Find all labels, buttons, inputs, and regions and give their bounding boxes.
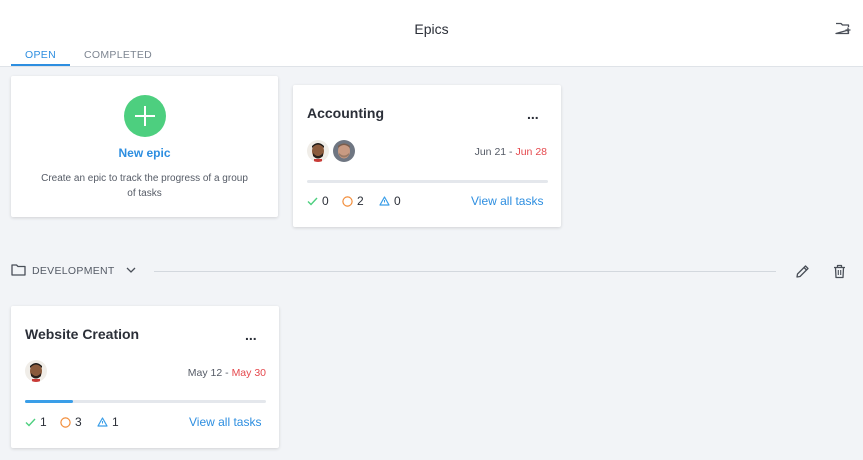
epic-dates: Jun 21 - Jun 28 bbox=[443, 146, 547, 158]
progress-fill bbox=[25, 400, 74, 403]
new-epic-description: Create an epic to track the progress of … bbox=[41, 173, 248, 199]
due-date: May 30 bbox=[231, 367, 266, 379]
open-circle-icon bbox=[60, 416, 71, 428]
epic-dates: May 12 - May 30 bbox=[161, 367, 266, 379]
open-count-value: 3 bbox=[75, 415, 82, 429]
group-header-development: DEVELOPMENT bbox=[11, 262, 851, 280]
start-date: May 12 bbox=[187, 367, 223, 379]
view-all-tasks-link[interactable]: View all tasks bbox=[189, 415, 261, 429]
new-epic-card[interactable]: New epic Create an epic to track the pro… bbox=[11, 76, 278, 217]
avatar bbox=[333, 140, 355, 162]
chevron-down-icon[interactable] bbox=[126, 267, 136, 274]
more-options-icon[interactable]: ... bbox=[527, 107, 539, 121]
active-tab-indicator bbox=[11, 64, 70, 66]
edit-pencil-icon[interactable] bbox=[795, 264, 810, 279]
completed-count: 1 bbox=[25, 415, 47, 429]
open-count: 3 bbox=[60, 415, 82, 429]
group-divider bbox=[154, 271, 776, 272]
warning-icon bbox=[97, 417, 108, 427]
open-count-value: 2 bbox=[357, 194, 364, 208]
add-folder-icon[interactable] bbox=[835, 21, 851, 35]
completed-count-value: 0 bbox=[322, 194, 329, 208]
date-separator: - bbox=[222, 367, 232, 379]
epic-name: Accounting bbox=[307, 105, 384, 121]
more-options-icon[interactable]: ... bbox=[245, 328, 257, 342]
epic-name: Website Creation bbox=[25, 326, 140, 342]
avatar bbox=[307, 140, 329, 162]
warning-count-value: 1 bbox=[112, 415, 119, 429]
tab-open[interactable]: OPEN bbox=[25, 49, 56, 61]
epic-card-accounting[interactable]: Accounting ... Jun 21 - Jun 28 0 2 0 Vie… bbox=[293, 85, 561, 227]
progress-bar bbox=[25, 400, 266, 403]
due-date: Jun 28 bbox=[515, 146, 547, 158]
tab-completed[interactable]: COMPLETED bbox=[84, 49, 152, 61]
warning-count: 1 bbox=[97, 415, 119, 429]
avatar bbox=[25, 360, 47, 382]
warning-count-value: 0 bbox=[394, 194, 401, 208]
check-icon bbox=[307, 197, 318, 206]
group-name[interactable]: DEVELOPMENT bbox=[32, 265, 115, 277]
add-icon[interactable] bbox=[124, 95, 166, 137]
page-title: Epics bbox=[414, 21, 449, 37]
new-epic-label[interactable]: New epic bbox=[11, 146, 278, 160]
start-date: Jun 21 bbox=[474, 146, 507, 158]
completed-count: 0 bbox=[307, 194, 329, 208]
header-bar: Epics OPEN COMPLETED bbox=[0, 0, 863, 67]
warning-count: 0 bbox=[379, 194, 401, 208]
progress-bar bbox=[307, 180, 548, 183]
delete-trash-icon[interactable] bbox=[833, 264, 846, 279]
warning-icon bbox=[379, 196, 390, 206]
check-icon bbox=[25, 418, 36, 427]
epic-card-website-creation[interactable]: Website Creation ... May 12 - May 30 1 3… bbox=[11, 306, 279, 448]
view-all-tasks-link[interactable]: View all tasks bbox=[471, 194, 543, 208]
open-circle-icon bbox=[342, 195, 353, 207]
folder-icon bbox=[11, 264, 26, 276]
completed-count-value: 1 bbox=[40, 415, 47, 429]
open-count: 2 bbox=[342, 194, 364, 208]
